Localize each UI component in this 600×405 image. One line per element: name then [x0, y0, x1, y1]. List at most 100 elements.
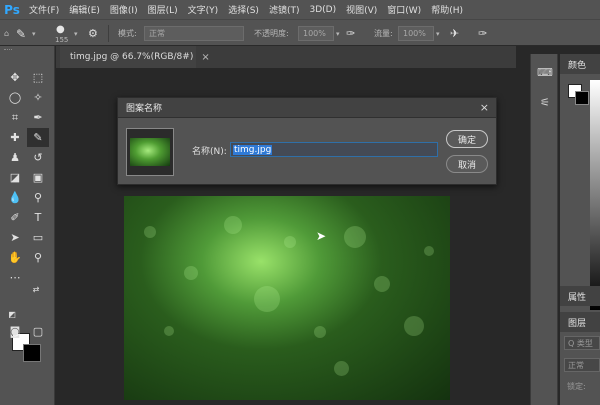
rectangle-tool-icon[interactable]: ▭ — [27, 228, 49, 247]
menu-file[interactable]: 文件(F) — [24, 3, 64, 16]
tab-layers[interactable]: 图层 — [560, 312, 600, 332]
quick-mask-icon[interactable]: ◙ — [4, 322, 26, 341]
pattern-name-input[interactable]: timg.jpg — [230, 142, 438, 157]
blur-tool-icon[interactable]: 💧 — [4, 188, 26, 207]
magic-wand-tool-icon[interactable]: ✧ — [27, 88, 49, 107]
ok-button[interactable]: 确定 — [446, 130, 488, 148]
eraser-tool-icon[interactable]: ◪ — [4, 168, 26, 187]
bokeh-dot — [254, 286, 280, 312]
layers-filter-field[interactable]: Q 类型 — [564, 336, 600, 350]
document-tab-bar: timg.jpg @ 66.7%(RGB/8#) × — [56, 46, 516, 68]
bokeh-dot — [314, 326, 326, 338]
menu-3d[interactable]: 3D(D) — [304, 5, 341, 15]
path-selection-tool-icon[interactable]: ➤ — [4, 228, 26, 247]
brush-picker-chevron-icon[interactable]: ▾ — [74, 20, 78, 47]
canvas-image — [124, 196, 450, 400]
move-tool-icon[interactable]: ✥ — [4, 68, 26, 87]
menu-window[interactable]: 窗口(W) — [382, 3, 426, 16]
name-label: 名称(N): — [192, 147, 227, 157]
history-panel-icon[interactable]: ⌨ — [535, 62, 555, 82]
close-icon[interactable]: × — [201, 52, 209, 63]
bokeh-dot — [184, 266, 198, 280]
bokeh-dot — [404, 316, 424, 336]
menu-help[interactable]: 帮助(H) — [426, 3, 468, 16]
flow-chevron-icon[interactable]: ▾ — [436, 20, 440, 47]
pattern-name-value: timg.jpg — [233, 144, 273, 155]
crop-tool-icon[interactable]: ⌗ — [4, 108, 26, 127]
marquee-tool-icon[interactable]: ⬚ — [27, 68, 49, 87]
pressure-size-icon[interactable]: ✑ — [478, 20, 487, 47]
default-colors-icon[interactable]: ◩ — [6, 308, 18, 320]
history-brush-tool-icon[interactable]: ↺ — [27, 148, 49, 167]
tab-properties[interactable]: 属性 — [560, 286, 600, 306]
hand-tool-icon[interactable]: ✋ — [4, 248, 26, 267]
mouse-cursor-icon: ➤ — [316, 229, 327, 243]
bokeh-dot — [424, 246, 434, 256]
airbrush-icon[interactable]: ✈ — [450, 20, 459, 47]
zoom-tool-icon[interactable]: ⚲ — [27, 248, 49, 267]
flow-field[interactable]: 100% — [398, 26, 434, 41]
pen-tool-icon[interactable]: ✐ — [4, 208, 26, 227]
opacity-chevron-icon[interactable]: ▾ — [336, 20, 340, 47]
pattern-preview-image — [130, 138, 170, 166]
collapsed-panels-strip: ⌨ ⚟ — [530, 54, 558, 405]
mode-select[interactable]: 正常 — [144, 26, 244, 41]
type-tool-icon[interactable]: T — [27, 208, 49, 227]
tools-panel: ✥ ⬚ ◯ ✧ ⌗ ✒ ✚ ✎ ♟ ↺ ◪ ▣ 💧 ⚲ ✐ T ➤ ▭ ✋ ⚲ … — [0, 46, 55, 405]
pressure-opacity-icon[interactable]: ✑ — [346, 20, 355, 47]
pattern-name-dialog: 图案名称 × 名称(N): timg.jpg 确定 取消 — [117, 97, 497, 185]
document-tab[interactable]: timg.jpg @ 66.7%(RGB/8#) × — [60, 46, 210, 68]
menu-bar: Ps 文件(F) 编辑(E) 图像(I) 图层(L) 文字(Y) 选择(S) 滤… — [0, 0, 600, 19]
eyedropper-tool-icon[interactable]: ✒ — [27, 108, 49, 127]
properties-panel-icon[interactable]: ⚟ — [535, 92, 555, 112]
home-icon[interactable]: ⌂ — [4, 20, 9, 47]
tab-color[interactable]: 颜色 — [560, 54, 600, 74]
menu-image[interactable]: 图像(I) — [105, 3, 143, 16]
bokeh-dot — [284, 236, 296, 248]
opacity-label: 不透明度: — [254, 29, 289, 38]
layers-lock-label: 锁定: — [567, 381, 586, 391]
chevron-down-icon[interactable]: ▾ — [32, 20, 36, 47]
bokeh-dot — [144, 226, 156, 238]
menu-filter[interactable]: 滤镜(T) — [264, 3, 305, 16]
close-icon[interactable]: × — [480, 101, 489, 114]
menu-layer[interactable]: 图层(L) — [143, 3, 183, 16]
options-bar: ⌂ ✎ ▾ ● 155 ▾ ⚙ 模式: 正常 不透明度: 100% ▾ ✑ 流量… — [0, 19, 600, 46]
menu-view[interactable]: 视图(V) — [341, 3, 382, 16]
flow-label: 流量: — [374, 29, 393, 38]
menu-select[interactable]: 选择(S) — [223, 3, 264, 16]
menu-type[interactable]: 文字(Y) — [183, 3, 224, 16]
brush-tool-icon[interactable]: ✎ — [27, 128, 49, 147]
brush-tool-preset-icon[interactable]: ✎ — [16, 20, 26, 47]
bokeh-dot — [344, 226, 366, 248]
bokeh-dot — [164, 326, 174, 336]
pattern-thumbnail — [126, 128, 174, 176]
brush-settings-icon[interactable]: ⚙ — [88, 20, 98, 47]
right-panel: 颜色 属性 图层 Q 类型 正常 锁定: — [560, 54, 600, 405]
background-color-swatch[interactable] — [23, 344, 41, 362]
panel-grip[interactable] — [4, 49, 12, 53]
screen-mode-icon[interactable]: ▢ — [27, 322, 49, 341]
photoshop-logo: Ps — [0, 0, 24, 19]
bokeh-dot — [374, 276, 390, 292]
divider — [108, 25, 109, 42]
dodge-tool-icon[interactable]: ⚲ — [27, 188, 49, 207]
mode-label: 模式: — [118, 29, 137, 38]
color-spectrum[interactable] — [590, 80, 600, 310]
lasso-tool-icon[interactable]: ◯ — [4, 88, 26, 107]
gradient-tool-icon[interactable]: ▣ — [27, 168, 49, 187]
menu-edit[interactable]: 编辑(E) — [64, 3, 105, 16]
document-tab-title: timg.jpg @ 66.7%(RGB/8#) — [70, 52, 194, 62]
bokeh-dot — [224, 216, 242, 234]
cancel-button[interactable]: 取消 — [446, 155, 488, 173]
more-tools-icon[interactable]: ⋯ — [4, 268, 26, 287]
color-background-swatch[interactable] — [575, 91, 589, 105]
clone-stamp-tool-icon[interactable]: ♟ — [4, 148, 26, 167]
swap-colors-icon[interactable]: ⇄ — [30, 283, 42, 295]
bokeh-dot — [334, 361, 349, 376]
opacity-field[interactable]: 100% — [298, 26, 334, 41]
layers-blend-mode[interactable]: 正常 — [564, 358, 600, 372]
dialog-title: 图案名称 — [126, 104, 163, 114]
healing-brush-tool-icon[interactable]: ✚ — [4, 128, 26, 147]
dialog-titlebar[interactable]: 图案名称 — [118, 98, 496, 118]
